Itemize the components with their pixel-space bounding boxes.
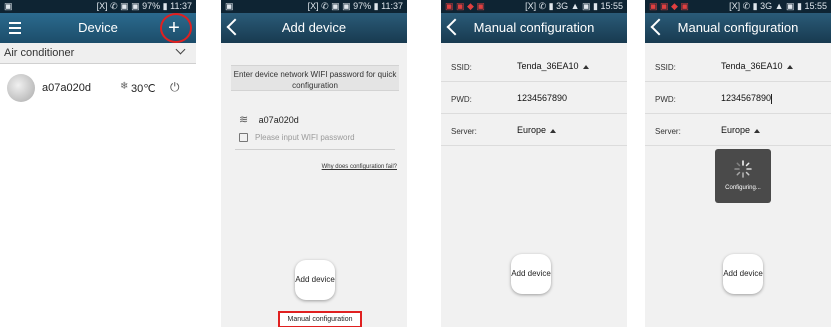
dropdown-icon — [550, 129, 557, 133]
manual-configuration-label: Manual configuration — [287, 316, 353, 323]
server-row[interactable]: Server: Europe — [441, 115, 627, 146]
app-header: Manual configuration — [441, 13, 627, 43]
ssid-value: Tenda_36EA10 — [721, 61, 793, 71]
ssid-label: SSID: — [451, 63, 472, 72]
main-content: SSID: Tenda_36EA10 PWD: 1234567890 Serve… — [645, 43, 831, 327]
dropdown-icon — [754, 129, 761, 133]
notification-icons: ▣ ▣ ◆ ▣ — [649, 1, 689, 11]
notification-icon: ▣ — [225, 1, 234, 11]
add-device-button[interactable]: Add device — [511, 254, 551, 294]
device-name: a07a020d — [42, 82, 91, 94]
dropdown-icon — [582, 65, 589, 69]
password-placeholder: Please input WIFI password — [255, 133, 355, 142]
status-indicators: [X] ✆ ▮ 3G ▲ ▣ ▮ 15:55 — [729, 1, 827, 11]
category-header[interactable]: Air conditioner — [0, 43, 196, 64]
dropdown-icon — [786, 65, 793, 69]
page-title: Manual configuration — [677, 20, 799, 35]
pwd-row[interactable]: PWD: 1234567890 — [645, 83, 831, 114]
ssid-row[interactable]: SSID: Tenda_36EA10 — [645, 51, 831, 82]
add-device-button[interactable]: Add device — [295, 260, 335, 300]
instruction-box: Enter device network WIFI password for q… — [231, 65, 399, 91]
configuring-dialog: Configuring... — [715, 149, 771, 203]
ssid-value: Tenda_36EA10 — [517, 61, 589, 71]
server-label: Server: — [451, 127, 477, 136]
server-label: Server: — [655, 127, 681, 136]
pwd-value: 1234567890 — [517, 93, 568, 103]
screen-add-device: ▣ [X] ✆ ▣ ▣ 97% ▮ 11:37 Add device Enter… — [221, 0, 407, 327]
main-content: SSID: Tenda_36EA10 PWD: 1234567890 Serve… — [441, 43, 627, 327]
notification-icon: ▣ — [4, 1, 13, 11]
pwd-label: PWD: — [451, 95, 472, 104]
category-label: Air conditioner — [4, 47, 75, 59]
status-bar: ▣ ▣ ◆ ▣ [X] ✆ ▮ 3G ▲ ▣ ▮ 15:55 — [441, 0, 627, 13]
app-header: Manual configuration — [645, 13, 831, 43]
server-value: Europe — [721, 125, 761, 135]
snowflake-icon: ❄ — [120, 81, 129, 92]
screen-manual-configuration: ▣ ▣ ◆ ▣ [X] ✆ ▮ 3G ▲ ▣ ▮ 15:55 Manual co… — [441, 0, 627, 327]
page-title: Manual configuration — [473, 20, 595, 35]
help-link[interactable]: Why does configuration fail? — [322, 164, 397, 170]
chevron-down-icon — [175, 44, 186, 55]
pwd-label: PWD: — [655, 95, 676, 104]
status-bar: ▣ [X] ✆ ▣ ▣ 97% ▮ 11:37 — [0, 0, 196, 13]
power-icon[interactable]: ⏻ — [170, 80, 180, 95]
server-row[interactable]: Server: Europe — [645, 115, 831, 146]
server-value: Europe — [517, 125, 557, 135]
add-device-button[interactable]: Add device — [723, 254, 763, 294]
notification-icons: ▣ ▣ ◆ ▣ — [445, 1, 485, 11]
temperature-value: 30℃ — [131, 83, 156, 95]
status-indicators: [X] ✆ ▮ 3G ▲ ▣ ▮ 15:55 — [525, 1, 623, 11]
pwd-value: 1234567890 — [721, 93, 773, 104]
configuring-text: Configuring... — [725, 185, 761, 191]
screen-device-list: ▣ [X] ✆ ▣ ▣ 97% ▮ 11:37 Device + Air con… — [0, 0, 196, 327]
app-header: Add device — [221, 13, 407, 43]
password-field[interactable]: Please input WIFI password — [235, 131, 395, 150]
air-conditioner-icon — [7, 74, 35, 102]
ssid-row[interactable]: SSID: Tenda_36EA10 — [441, 51, 627, 82]
wifi-name: a07a020d — [258, 115, 299, 125]
status-indicators: [X] ✆ ▣ ▣ 97% ▮ 11:37 — [307, 1, 403, 11]
wifi-icon: ≋ — [239, 114, 249, 126]
status-indicators: [X] ✆ ▣ ▣ 97% ▮ 11:37 — [96, 1, 192, 11]
status-bar: ▣ [X] ✆ ▣ ▣ 97% ▮ 11:37 — [221, 0, 407, 13]
status-bar: ▣ ▣ ◆ ▣ [X] ✆ ▮ 3G ▲ ▣ ▮ 15:55 — [645, 0, 831, 13]
pwd-row[interactable]: PWD: 1234567890 — [441, 83, 627, 114]
spinner-icon — [734, 160, 752, 178]
lock-icon — [239, 133, 248, 142]
main-content: Enter device network WIFI password for q… — [221, 43, 407, 327]
app-header: Device + — [0, 13, 196, 43]
manual-configuration-link[interactable]: Manual configuration — [278, 311, 362, 327]
ssid-label: SSID: — [655, 63, 676, 72]
device-row[interactable]: a07a020d ❄ 30℃ ⏻ — [0, 70, 196, 106]
screen-configuring: ▣ ▣ ◆ ▣ [X] ✆ ▮ 3G ▲ ▣ ▮ 15:55 Manual co… — [645, 0, 831, 327]
text-cursor — [771, 93, 773, 104]
highlight-circle — [160, 13, 192, 43]
wifi-row: ≋ a07a020d — [239, 110, 299, 128]
instruction-text: Enter device network WIFI password for q… — [233, 70, 397, 90]
page-title: Add device — [281, 20, 347, 35]
